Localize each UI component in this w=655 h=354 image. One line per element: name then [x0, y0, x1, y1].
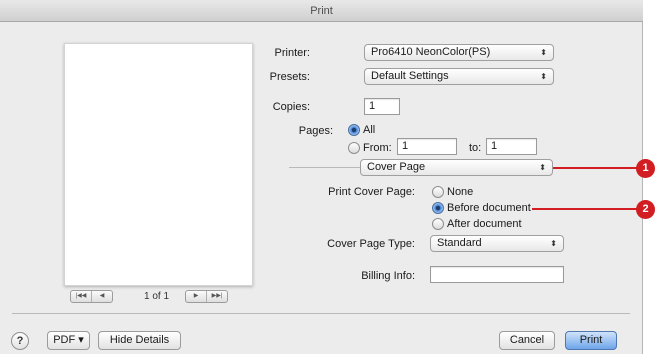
cover-after-radio[interactable]: [432, 218, 444, 230]
pages-from-label: From:: [363, 142, 392, 154]
callout-2-badge: 2: [636, 200, 655, 219]
printer-label: Printer:: [274, 47, 310, 59]
presets-label: Presets:: [269, 71, 310, 83]
callout-1-badge: 1: [636, 159, 655, 178]
previous-page-icon[interactable]: ◀: [92, 291, 112, 302]
cancel-button[interactable]: Cancel: [499, 331, 555, 350]
printer-value: Pro6410 NeonColor(PS): [371, 46, 491, 58]
footer-separator: [12, 313, 630, 314]
cover-after-label: After document: [447, 218, 522, 230]
pages-from-field[interactable]: 1: [397, 138, 457, 155]
print-cover-page-label: Print Cover Page:: [328, 186, 415, 198]
page-indicator: 1 of 1: [144, 291, 170, 302]
first-page-icon[interactable]: |◀◀: [71, 291, 92, 302]
panel-value: Cover Page: [367, 161, 426, 173]
printer-popup[interactable]: Pro6410 NeonColor(PS) ⬍: [364, 44, 554, 61]
cover-before-radio[interactable]: [432, 202, 444, 214]
cover-page-type-label: Cover Page Type:: [327, 238, 415, 250]
popup-arrows-icon: ⬍: [550, 239, 557, 248]
copies-field[interactable]: 1: [364, 98, 400, 115]
preview-forward-controls: ▶ ▶▶|: [185, 290, 228, 303]
preview-back-controls: |◀◀ ◀: [70, 290, 113, 303]
cover-none-label: None: [447, 186, 474, 198]
next-page-icon[interactable]: ▶: [186, 291, 207, 302]
pages-to-label: to:: [469, 142, 482, 154]
pages-all-radio[interactable]: [348, 124, 360, 136]
callout-2-line: [532, 208, 641, 210]
cover-page-type-popup[interactable]: Standard ⬍: [430, 235, 564, 252]
last-page-icon[interactable]: ▶▶|: [207, 291, 227, 302]
copies-label: Copies:: [272, 101, 310, 113]
pages-label: Pages:: [298, 125, 333, 137]
billing-info-field[interactable]: [430, 266, 564, 283]
pages-from-radio[interactable]: [348, 142, 360, 154]
popup-arrows-icon: ⬍: [540, 72, 547, 81]
pages-all-label: All: [363, 124, 376, 136]
cover-before-label: Before document: [447, 202, 531, 214]
help-button[interactable]: ?: [11, 332, 29, 350]
page-preview: [64, 43, 253, 286]
cover-page-type-value: Standard: [437, 237, 482, 249]
window-title: Print: [0, 0, 643, 22]
popup-arrows-icon: ⬍: [539, 163, 546, 172]
print-button[interactable]: Print: [565, 331, 617, 350]
popup-arrows-icon: ⬍: [540, 48, 547, 57]
billing-info-label: Billing Info:: [361, 270, 415, 282]
hide-details-button[interactable]: Hide Details: [98, 331, 181, 350]
presets-popup[interactable]: Default Settings ⬍: [364, 68, 554, 85]
cover-none-radio[interactable]: [432, 186, 444, 198]
pages-to-field[interactable]: 1: [486, 138, 537, 155]
print-dialog: Print |◀◀ ◀ 1 of 1 ▶ ▶▶| Printer: Pro641…: [0, 0, 643, 354]
panel-popup[interactable]: Cover Page ⬍: [360, 159, 553, 176]
presets-value: Default Settings: [371, 70, 449, 82]
pdf-menu-button[interactable]: PDF ▾: [47, 331, 90, 350]
callout-1-line: [553, 167, 641, 169]
panel-separator-left: [289, 167, 360, 168]
